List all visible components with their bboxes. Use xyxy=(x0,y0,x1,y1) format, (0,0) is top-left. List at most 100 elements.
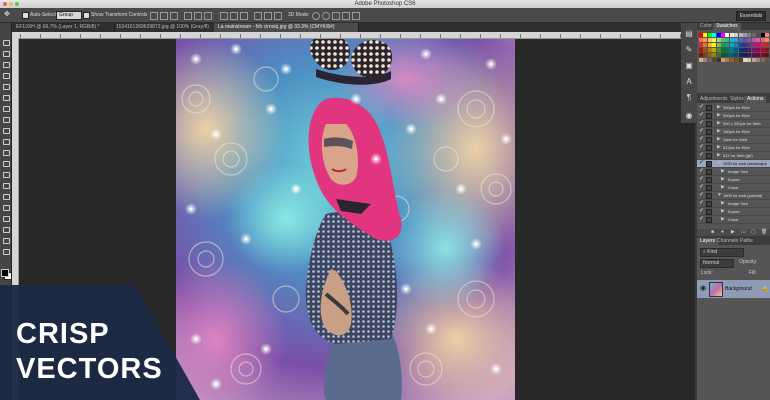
layer-row-background[interactable]: ◉ Background 🔒 xyxy=(697,280,770,298)
distribute-bottom-icon[interactable] xyxy=(240,12,248,20)
document-canvas[interactable] xyxy=(176,39,515,400)
expand-arrow-icon[interactable]: ▶ xyxy=(717,152,721,159)
swatch[interactable] xyxy=(738,53,743,57)
swatch[interactable] xyxy=(734,53,739,57)
crop-tool-icon[interactable] xyxy=(2,83,10,90)
dialog-toggle-box[interactable] xyxy=(706,169,712,175)
action-row[interactable]: ✓ ▶ 512 for Web (gif) xyxy=(697,152,770,160)
distribute-right-icon[interactable] xyxy=(274,12,282,20)
marquee-tool-icon[interactable] xyxy=(2,50,10,57)
swatch[interactable] xyxy=(729,33,734,37)
brush-panel-icon[interactable]: ✎ xyxy=(684,45,694,54)
dialog-toggle-box[interactable] xyxy=(706,153,712,159)
action-row[interactable]: ✓ ▶ Export xyxy=(697,208,770,216)
swatch[interactable] xyxy=(712,58,717,62)
align-vcenter-icon[interactable] xyxy=(160,12,168,20)
expand-arrow-icon[interactable]: ▶ xyxy=(721,168,725,175)
pen-tool-icon[interactable] xyxy=(2,193,10,200)
swatch[interactable] xyxy=(756,43,761,47)
tab-paths[interactable]: Paths xyxy=(737,238,756,245)
swatch[interactable] xyxy=(743,33,747,37)
swatch[interactable] xyxy=(699,43,703,47)
tab-document-2[interactable]: 1534161269639873.jpg @ 100% (Gray/8) xyxy=(112,23,217,32)
swatch[interactable] xyxy=(721,58,725,62)
dodge-tool-icon[interactable] xyxy=(2,182,10,189)
3d-scale-icon[interactable] xyxy=(352,12,360,20)
history-brush-tool-icon[interactable] xyxy=(2,138,10,145)
distribute-top-icon[interactable] xyxy=(220,12,228,20)
swatch[interactable] xyxy=(721,53,725,57)
action-row[interactable]: ✓ ▶ Export xyxy=(697,176,770,184)
swatch[interactable] xyxy=(699,33,703,37)
action-enabled-check-icon[interactable]: ✓ xyxy=(699,120,704,127)
expand-arrow-icon[interactable]: ▶ xyxy=(717,136,721,143)
swatch[interactable] xyxy=(751,58,756,62)
tab-actions[interactable]: Actions xyxy=(744,96,767,103)
align-top-icon[interactable] xyxy=(150,12,158,20)
swatch[interactable] xyxy=(751,38,756,42)
swatch[interactable] xyxy=(747,58,752,62)
swatch[interactable] xyxy=(747,48,752,52)
swatch[interactable] xyxy=(751,43,756,47)
expand-arrow-icon[interactable]: ▶ xyxy=(717,104,721,111)
swatch[interactable] xyxy=(756,33,761,37)
swatch[interactable] xyxy=(743,38,747,42)
swatch[interactable] xyxy=(756,58,761,62)
swatch[interactable] xyxy=(725,58,730,62)
swatch[interactable] xyxy=(747,43,752,47)
swatch[interactable] xyxy=(747,53,752,57)
swatch-grid[interactable] xyxy=(697,30,770,90)
path-select-tool-icon[interactable] xyxy=(2,215,10,222)
dialog-toggle-box[interactable] xyxy=(706,201,712,207)
dialog-toggle-box[interactable] xyxy=(706,185,712,191)
swatch[interactable] xyxy=(703,58,708,62)
dialog-toggle-box[interactable] xyxy=(706,161,712,167)
expand-arrow-icon[interactable]: ▶ xyxy=(717,120,721,127)
expand-arrow-icon[interactable]: ▶ xyxy=(717,128,721,135)
swatch[interactable] xyxy=(756,48,761,52)
swatch[interactable] xyxy=(699,38,703,42)
expand-arrow-icon[interactable]: ▶ xyxy=(717,112,721,119)
auto-select-dropdown[interactable]: Group xyxy=(56,11,82,20)
swatch[interactable] xyxy=(743,43,747,47)
swatch[interactable] xyxy=(716,38,721,42)
swatch[interactable] xyxy=(747,33,752,37)
swatch[interactable] xyxy=(760,38,765,42)
lasso-tool-icon[interactable] xyxy=(2,61,10,68)
swatch[interactable] xyxy=(707,33,712,37)
swatch[interactable] xyxy=(707,38,712,42)
3d-roll-icon[interactable] xyxy=(322,12,330,20)
swatch[interactable] xyxy=(721,33,725,37)
blend-mode-dropdown[interactable]: Normal xyxy=(700,259,734,268)
swatch[interactable] xyxy=(703,53,708,57)
swatch[interactable] xyxy=(699,58,703,62)
swatch[interactable] xyxy=(738,33,743,37)
swatch[interactable] xyxy=(760,48,765,52)
3d-slide-icon[interactable] xyxy=(342,12,350,20)
expand-arrow-icon[interactable]: ▼ xyxy=(717,160,722,167)
swatch[interactable] xyxy=(734,48,739,52)
action-enabled-check-icon[interactable]: ✓ xyxy=(699,184,704,191)
swatch[interactable] xyxy=(765,43,769,47)
history-panel-icon[interactable]: ▤ xyxy=(684,29,694,38)
swatch[interactable] xyxy=(734,58,739,62)
swatch[interactable] xyxy=(703,33,708,37)
swatch[interactable] xyxy=(716,33,721,37)
paragraph-panel-icon[interactable]: ¶ xyxy=(684,93,694,102)
tab-document-3[interactable]: La mainstream - fvb cirnoiq.jpg @ 33.3% … xyxy=(214,23,359,32)
action-enabled-check-icon[interactable]: ✓ xyxy=(699,160,704,167)
swatch[interactable] xyxy=(699,48,703,52)
dialog-toggle-box[interactable] xyxy=(706,193,712,199)
action-row[interactable]: ✓ ▶ Save for Web xyxy=(697,136,770,144)
dialog-toggle-box[interactable] xyxy=(706,105,712,111)
dialog-toggle-box[interactable] xyxy=(706,177,712,183)
swatch[interactable] xyxy=(725,43,730,47)
foreground-color-swatch[interactable] xyxy=(1,269,9,277)
expand-arrow-icon[interactable]: ▼ xyxy=(717,192,722,199)
action-enabled-check-icon[interactable]: ✓ xyxy=(699,104,704,111)
shape-tool-icon[interactable] xyxy=(2,226,10,233)
3d-rotate-icon[interactable] xyxy=(312,12,320,20)
swatch[interactable] xyxy=(721,38,725,42)
play-icon[interactable]: ▶ xyxy=(731,229,735,236)
dialog-toggle-box[interactable] xyxy=(706,137,712,143)
